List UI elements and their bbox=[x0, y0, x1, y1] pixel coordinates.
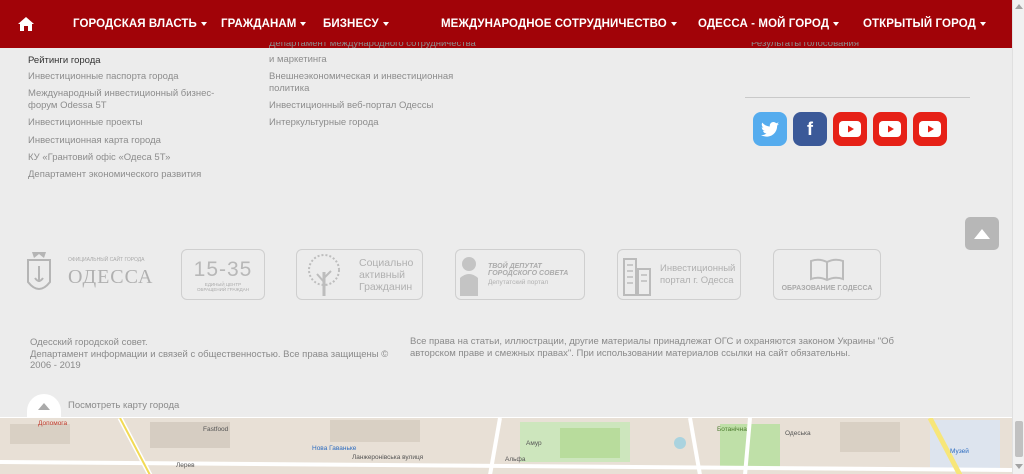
home-button[interactable] bbox=[0, 0, 52, 48]
nav-odessa-my-city[interactable]: ОДЕССА - МОЙ ГОРОД bbox=[698, 0, 840, 48]
nav-city-power[interactable]: ГОРОДСКАЯ ВЛАСТЬ bbox=[73, 0, 207, 48]
open-city-link-clipped: Результаты голосования bbox=[751, 42, 859, 49]
link-investment-projects[interactable]: Инвестиционные проекты bbox=[28, 116, 142, 129]
map-toggle-label[interactable]: Посмотреть карту города bbox=[68, 400, 179, 411]
odessa-official-logo[interactable]: ОФИЦИАЛЬНЫЙ САЙТ ГОРОДА ОДЕССА bbox=[24, 248, 159, 300]
nav-international[interactable]: МЕЖДУНАРОДНОЕ СОТРУДНИЧЕСТВО bbox=[441, 0, 677, 48]
link-investment-portal[interactable]: Инвестиционный веб-портал Одессы bbox=[269, 99, 433, 112]
youtube-button[interactable] bbox=[913, 112, 947, 146]
intl-links: и маркетинга Внешнеэкономическая и инвес… bbox=[269, 50, 499, 130]
youtube-icon bbox=[919, 121, 941, 137]
back-to-top-button[interactable] bbox=[965, 217, 999, 250]
nav-open-city[interactable]: ОТКРЫТЫЙ ГОРОД bbox=[863, 0, 986, 48]
coat-of-arms-icon bbox=[27, 252, 51, 290]
book-icon bbox=[810, 258, 844, 281]
footer-rights: Все права на статьи, иллюстрации, другие… bbox=[410, 336, 894, 359]
nav-citizens[interactable]: ГРАЖДАНАМ bbox=[221, 0, 307, 48]
chevron-down-icon bbox=[979, 22, 986, 26]
city-map[interactable]: Допомога Fastfood Нова Гаваньке Ланжерон… bbox=[0, 417, 1012, 474]
deputy-portal-logo[interactable]: ТВОЙ ДЕПУТАТ ГОРОДСКОГО СОВЕТА Депутатск… bbox=[455, 249, 585, 300]
citizen-center-logo[interactable]: 15-35 ЕДИНЫЙ ЦЕНТР ОБРАЩЕНИЙ ГРАЖДАН bbox=[181, 249, 265, 300]
link-investment-passports[interactable]: Инвестиционные паспорта города bbox=[28, 70, 179, 83]
youtube-button[interactable] bbox=[833, 112, 867, 146]
chevron-down-icon bbox=[382, 22, 389, 26]
youtube-icon bbox=[879, 121, 901, 137]
facebook-button[interactable]: f bbox=[793, 112, 827, 146]
scroll-thumb[interactable] bbox=[1015, 421, 1023, 457]
link-foreign-economic-line2[interactable]: политика bbox=[269, 82, 309, 95]
person-icon bbox=[460, 256, 478, 296]
facebook-icon: f bbox=[807, 118, 813, 139]
chevron-up-icon bbox=[974, 228, 990, 239]
link-grant-office[interactable]: КУ «Грантовий офіс «Одеса 5Т» bbox=[28, 151, 170, 164]
investment-portal-logo[interactable]: Инвестиционный портал г. Одесса bbox=[617, 249, 741, 300]
twitter-button[interactable] bbox=[753, 112, 787, 146]
intl-link-clipped: Департамент международного сотрудничеств… bbox=[269, 42, 476, 49]
link-business-forum-line2[interactable]: форум Odessa 5T bbox=[28, 99, 107, 112]
link-economic-department[interactable]: Департамент экономического развития bbox=[28, 168, 201, 181]
link-city-ratings[interactable]: Рейтинги города bbox=[28, 54, 101, 67]
footer-copyright: Одесский городской совет. Департамент ин… bbox=[30, 337, 389, 371]
map-tiles bbox=[0, 418, 1012, 474]
education-logo[interactable]: ОБРАЗОВАНИЕ Г.ОДЕССА bbox=[773, 249, 881, 300]
tree-icon bbox=[308, 253, 340, 296]
scroll-down-icon[interactable] bbox=[1015, 464, 1023, 469]
scroll-up-icon[interactable] bbox=[1015, 4, 1023, 9]
top-nav: ГОРОДСКАЯ ВЛАСТЬ ГРАЖДАНАМ БИЗНЕСУ МЕЖДУ… bbox=[0, 0, 1012, 48]
map-toggle-button[interactable] bbox=[27, 394, 61, 418]
chevron-down-icon bbox=[300, 22, 307, 26]
home-icon bbox=[18, 17, 34, 31]
link-intl-marketing-line2[interactable]: и маркетинга bbox=[269, 53, 327, 66]
chevron-up-icon bbox=[38, 402, 50, 410]
chevron-down-icon bbox=[670, 22, 677, 26]
youtube-button[interactable] bbox=[873, 112, 907, 146]
buildings-icon bbox=[623, 257, 651, 296]
youtube-icon bbox=[839, 121, 861, 137]
twitter-icon bbox=[761, 121, 779, 137]
divider bbox=[745, 97, 970, 98]
chevron-down-icon bbox=[833, 22, 840, 26]
nav-business[interactable]: БИЗНЕСУ bbox=[323, 0, 389, 48]
chevron-down-icon bbox=[200, 22, 207, 26]
business-links: Рейтинги города Инвестиционные паспорта … bbox=[28, 54, 238, 189]
link-investment-map[interactable]: Инвестиционная карта города bbox=[28, 134, 161, 147]
scrollbar[interactable] bbox=[1012, 0, 1024, 474]
active-citizen-logo[interactable]: Социально активный Гражданин bbox=[296, 249, 423, 300]
link-intercultural-cities[interactable]: Интеркультурные города bbox=[269, 116, 379, 129]
